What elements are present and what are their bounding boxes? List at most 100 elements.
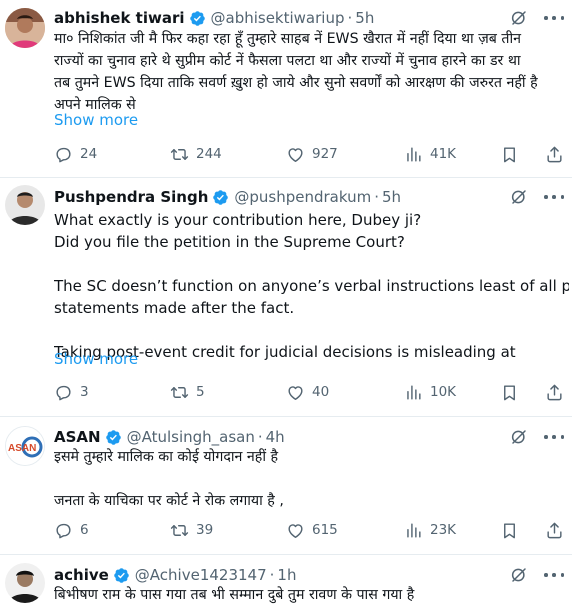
reply-count: 6 (80, 522, 89, 538)
more-icon[interactable] (544, 188, 564, 206)
verified-badge-icon (105, 429, 122, 446)
share-button[interactable] (545, 143, 571, 165)
tweet-text: इसमे तुम्हारे मालिक का कोई योगदान नहीं ह… (54, 446, 569, 512)
repost-button[interactable]: 5 (170, 381, 205, 403)
separator-dot: · (347, 9, 353, 27)
like-button[interactable]: 615 (286, 519, 338, 541)
tweet-1[interactable]: abhishek tiwari @abhisektiwariup · 5h मा… (0, 0, 572, 178)
action-bar: 3 5 40 10K (54, 381, 569, 403)
display-name[interactable]: Pushpendra Singh (54, 188, 208, 206)
like-icon (286, 383, 305, 402)
bookmark-icon (500, 521, 519, 540)
repost-icon (170, 521, 189, 540)
tweet-text-line: Did you file the petition in the Supreme… (54, 233, 405, 251)
handle[interactable]: @Atulsingh_asan (127, 428, 255, 446)
tweet-text-line: जनता के याचिका पर कोर्ट ने रोक लगाया है … (54, 493, 284, 509)
views-icon (404, 521, 423, 540)
handle[interactable]: @pushpendrakum (234, 188, 371, 206)
tweet-header: abhishek tiwari @abhisektiwariup · 5h (54, 7, 374, 29)
views-button[interactable]: 23K (404, 519, 456, 541)
bookmark-icon (500, 145, 519, 164)
tweet-2[interactable]: Pushpendra Singh @pushpendrakum · 5h Wha… (0, 178, 572, 417)
tweet-header: achive @Achive1423147 · 1h (54, 564, 296, 586)
reply-icon (54, 383, 73, 402)
views-button[interactable]: 10K (404, 381, 456, 403)
timestamp[interactable]: 4h (266, 428, 285, 446)
repost-count: 5 (196, 384, 205, 400)
tweet-text-line: इसमे तुम्हारे मालिक का कोई योगदान नहीं ह… (54, 449, 279, 465)
separator-dot: · (257, 428, 263, 446)
handle[interactable]: @Achive1423147 (135, 566, 267, 584)
show-more-link[interactable]: Show more (54, 350, 138, 368)
views-icon (404, 383, 423, 402)
display-name[interactable]: ASAN (54, 428, 101, 446)
repost-icon (170, 145, 189, 164)
timestamp[interactable]: 5h (382, 188, 401, 206)
tweet-header: Pushpendra Singh @pushpendrakum · 5h (54, 186, 401, 208)
grok-icon[interactable] (510, 428, 528, 446)
tweet-text-line: statements made after the fact. (54, 299, 295, 317)
share-icon (545, 145, 564, 164)
avatar[interactable]: ASAN (5, 426, 45, 466)
reply-button[interactable]: 24 (54, 143, 97, 165)
like-icon (286, 521, 305, 540)
repost-count: 39 (196, 522, 214, 538)
like-icon (286, 145, 305, 164)
verified-badge-icon (189, 10, 206, 27)
view-count: 10K (430, 384, 457, 400)
reply-count: 24 (80, 146, 98, 162)
tweet-text: बिभीषण राम के पास गया तब भी सम्मान दुबे … (54, 584, 569, 606)
more-icon[interactable] (544, 566, 564, 584)
action-bar: 6 39 615 23K (54, 519, 569, 541)
tweet-text: What exactly is your contribution here, … (54, 209, 569, 363)
tweet-text-line (54, 253, 569, 275)
verified-badge-icon (212, 189, 229, 206)
like-button[interactable]: 927 (286, 143, 338, 165)
show-more-link[interactable]: Show more (54, 111, 138, 129)
avatar[interactable] (5, 185, 45, 225)
grok-icon[interactable] (510, 9, 528, 27)
bookmark-icon (500, 383, 519, 402)
more-icon[interactable] (544, 9, 564, 27)
bookmark-button[interactable] (500, 143, 526, 165)
avatar[interactable] (5, 563, 45, 603)
action-bar: 24 244 927 41K (54, 143, 569, 165)
views-button[interactable]: 41K (404, 143, 456, 165)
tweet-3[interactable]: ASAN ASAN @Atulsingh_asan · 4h इसमे तुम्… (0, 417, 572, 555)
tweet-text-line: राज्यों का चुनाव हारे थे सुप्रीम कोर्ट न… (54, 53, 521, 69)
handle[interactable]: @abhisektiwariup (211, 9, 345, 27)
reply-button[interactable]: 3 (54, 381, 89, 403)
share-icon (545, 383, 564, 402)
like-count: 927 (312, 146, 338, 162)
like-count: 615 (312, 522, 338, 538)
share-button[interactable] (545, 381, 571, 403)
grok-icon[interactable] (510, 188, 528, 206)
repost-icon (170, 383, 189, 402)
reply-button[interactable]: 6 (54, 519, 89, 541)
share-button[interactable] (545, 519, 571, 541)
repost-button[interactable]: 244 (170, 143, 222, 165)
timestamp[interactable]: 5h (355, 9, 374, 27)
like-button[interactable]: 40 (286, 381, 329, 403)
tweet-text-line (54, 468, 569, 490)
tweet-text-line: तब तुमने EWS दिया ताकि सवर्ण ख़ुश हो जाय… (54, 75, 538, 91)
repost-count: 244 (196, 146, 222, 162)
grok-icon[interactable] (510, 566, 528, 584)
timestamp[interactable]: 1h (277, 566, 296, 584)
tweet-text-line: The SC doesn’t function on anyone’s verb… (54, 277, 569, 295)
tweet-4[interactable]: achive @Achive1423147 · 1h बिभीषण राम के… (0, 555, 572, 611)
display-name[interactable]: achive (54, 566, 109, 584)
verified-badge-icon (113, 567, 130, 584)
bookmark-button[interactable] (500, 381, 526, 403)
reply-icon (54, 521, 73, 540)
like-count: 40 (312, 384, 330, 400)
view-count: 23K (430, 522, 457, 538)
avatar[interactable] (5, 8, 45, 48)
bookmark-button[interactable] (500, 519, 526, 541)
more-icon[interactable] (544, 428, 564, 446)
repost-button[interactable]: 39 (170, 519, 213, 541)
tweet-text: मा० निशिकांत जी मै फिर कहा रहा हूँ तुम्ह… (54, 28, 569, 116)
views-icon (404, 145, 423, 164)
display-name[interactable]: abhishek tiwari (54, 9, 185, 27)
reply-icon (54, 145, 73, 164)
